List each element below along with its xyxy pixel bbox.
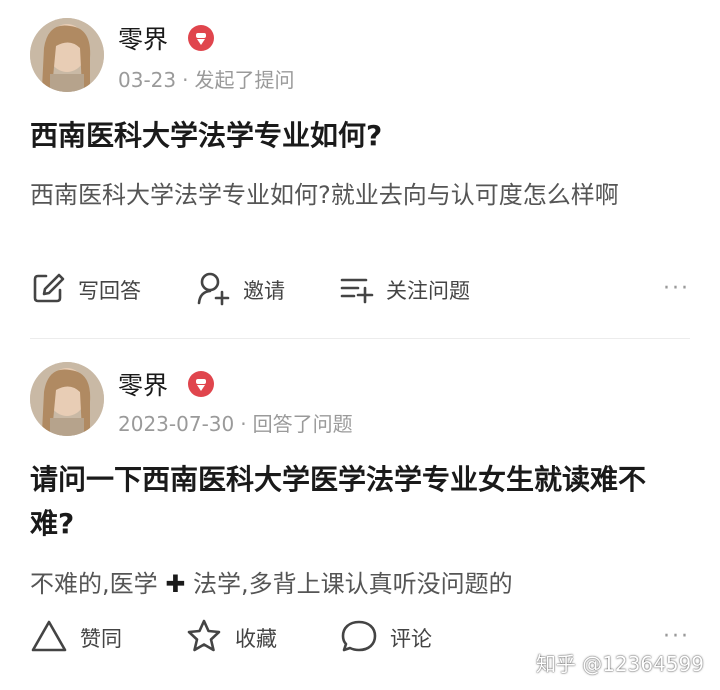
upvote-triangle-icon <box>30 618 80 659</box>
author-name[interactable]: 零界 <box>118 366 168 402</box>
comment-label: 评论 <box>390 627 432 651</box>
write-answer-label: 写回答 <box>78 279 141 303</box>
post-action: 回答了问题 <box>252 412 353 436</box>
avatar[interactable] <box>30 18 104 92</box>
comment-button[interactable]: 评论 <box>340 616 432 660</box>
ice-cream-badge-icon <box>188 25 214 51</box>
favorite-button[interactable]: 收藏 <box>185 616 277 660</box>
edit-icon <box>30 270 78 311</box>
follow-question-label: 关注问题 <box>386 279 470 303</box>
question-title[interactable]: 西南医科大学法学专业如何? <box>30 114 690 158</box>
follow-list-icon <box>338 270 386 311</box>
post-meta: 2023-07-30 · 回答了问题 <box>118 408 353 437</box>
author-name[interactable]: 零界 <box>118 20 168 56</box>
excerpt-text: 法学,多背上课认真听没问题的 <box>185 570 513 598</box>
question-title[interactable]: 请问一下西南医科大学医学法学专业女生就读难不难? <box>30 458 690 546</box>
watermark: 知乎 @12364599 <box>535 652 704 676</box>
plus-icon: ✚ <box>165 570 186 598</box>
post-card: 零界 2023-07-30 · 回答了问题 请问一下西南医科大学医学法学专业女生就读… <box>0 340 720 690</box>
excerpt-text: 不难的,医学 <box>30 570 166 598</box>
avatar[interactable] <box>30 362 104 436</box>
write-answer-button[interactable]: 写回答 <box>30 268 141 312</box>
post-action: 发起了提问 <box>194 68 295 92</box>
follow-question-button[interactable]: 关注问题 <box>338 268 470 312</box>
post-date: 2023-07-30 <box>118 412 235 436</box>
ice-cream-badge-icon <box>188 371 214 397</box>
action-bar: 写回答 邀请 关注问题 ··· <box>30 268 690 312</box>
upvote-label: 赞同 <box>80 627 122 651</box>
post-card: 零界 03-23 · 发起了提问 西南医科大学法学专业如何? 西南医科大学法学专业如… <box>0 0 720 340</box>
upvote-button[interactable]: 赞同 <box>30 616 122 660</box>
invite-label: 邀请 <box>243 279 285 303</box>
divider <box>30 338 690 339</box>
question-excerpt[interactable]: 西南医科大学法学专业如何?就业去向与认可度怎么样啊 <box>30 174 694 216</box>
comment-bubble-icon <box>340 618 390 659</box>
post-meta: 03-23 · 发起了提问 <box>118 64 294 93</box>
more-options-button[interactable]: ··· <box>663 624 690 649</box>
more-options-button[interactable]: ··· <box>663 276 690 301</box>
star-icon <box>185 618 235 659</box>
answer-excerpt[interactable]: 不难的,医学 ✚ 法学,多背上课认真听没问题的 <box>30 563 694 605</box>
meta-separator: · <box>182 68 189 92</box>
favorite-label: 收藏 <box>235 627 277 651</box>
post-date: 03-23 <box>118 68 177 92</box>
invite-user-icon <box>195 270 243 311</box>
meta-separator: · <box>240 412 247 436</box>
invite-button[interactable]: 邀请 <box>195 268 285 312</box>
